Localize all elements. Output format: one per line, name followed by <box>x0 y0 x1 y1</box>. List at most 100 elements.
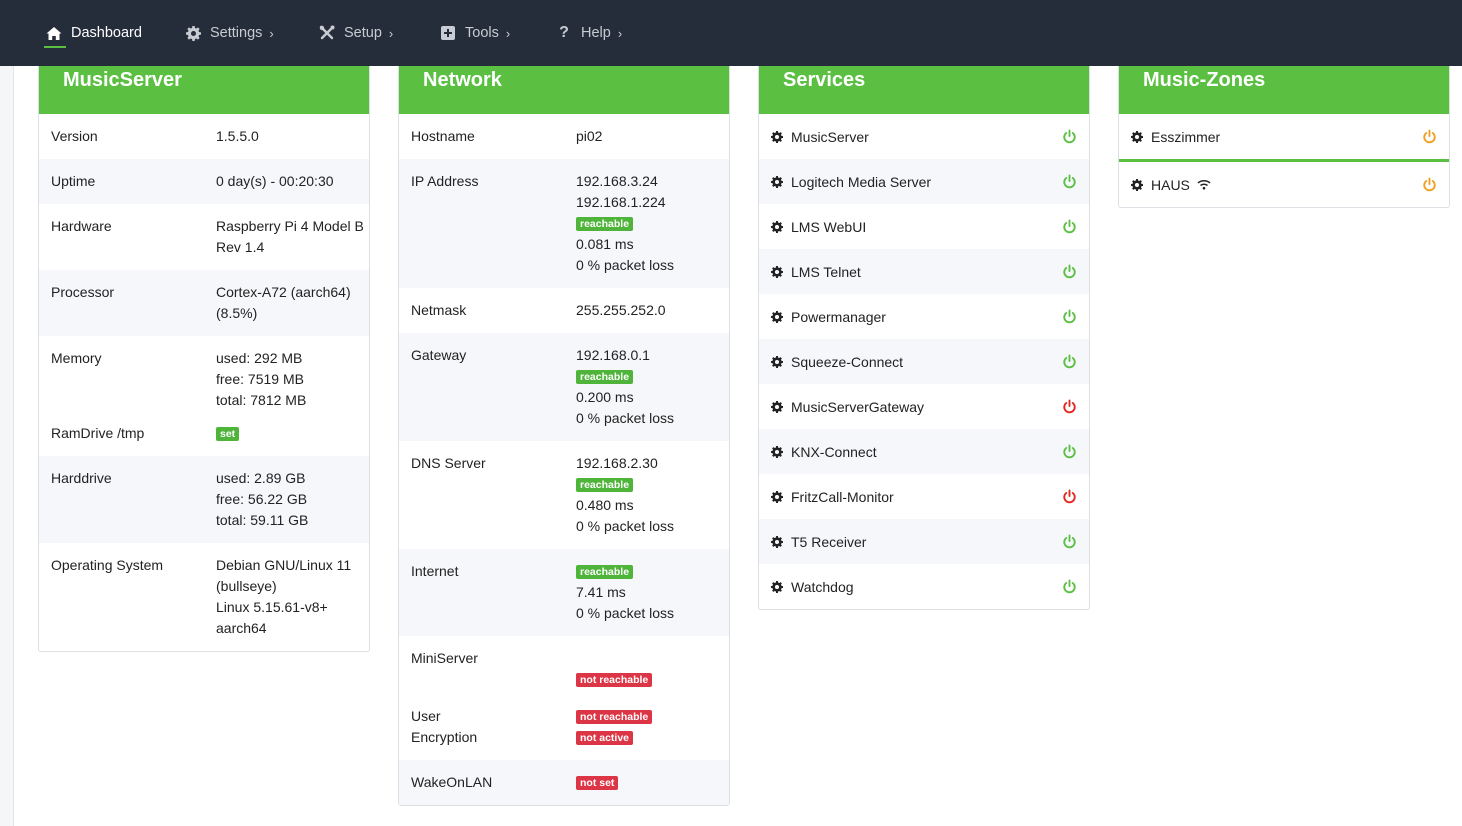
gear-icon[interactable] <box>771 310 783 323</box>
power-icon[interactable] <box>1062 354 1077 369</box>
os-name: Debian GNU/Linux 11 (bullseye) <box>216 557 352 594</box>
gear-icon[interactable] <box>771 130 783 143</box>
packet-loss: 0 % packet loss <box>576 410 675 426</box>
gear-icon[interactable] <box>771 580 783 593</box>
info-row-ip: IP Address 192.168.3.24 192.168.1.224 re… <box>399 159 729 288</box>
gear-icon[interactable] <box>771 490 783 503</box>
home-icon <box>46 25 62 41</box>
network-card: Network Hostname pi02 IP Address 192.168… <box>398 66 730 806</box>
power-icon[interactable] <box>1062 534 1077 549</box>
service-name: MusicServerGateway <box>791 398 925 415</box>
latency: 0.200 ms <box>576 389 634 405</box>
gear-icon[interactable] <box>1131 178 1143 191</box>
service-name: Powermanager <box>791 308 886 325</box>
packet-loss: 0 % packet loss <box>576 257 675 273</box>
row-value: 0 day(s) - 00:20:30 <box>216 173 334 189</box>
gear-icon[interactable] <box>1131 130 1143 143</box>
gear-icon <box>185 25 201 41</box>
zones-card: Music-Zones Esszimmer HAUS <box>1118 66 1450 208</box>
info-row-miniserver: MiniServer not reachable <box>399 636 729 702</box>
nav-settings[interactable]: Settings › <box>185 0 274 66</box>
row-label: Uptime <box>51 173 96 189</box>
info-row-memory: Memory used: 292 MB free: 7519 MB total:… <box>39 336 369 413</box>
info-row-uptime: Uptime 0 day(s) - 00:20:30 <box>39 159 369 204</box>
row-label: Internet <box>411 563 459 579</box>
gear-icon[interactable] <box>771 220 783 233</box>
gear-icon[interactable] <box>771 400 783 413</box>
power-icon[interactable] <box>1062 309 1077 324</box>
wifi-icon <box>1197 179 1211 190</box>
nav-setup[interactable]: Setup › <box>319 0 393 66</box>
memory-used: used: 292 MB <box>216 350 303 366</box>
nav-tools[interactable]: Tools › <box>440 0 510 66</box>
power-icon[interactable] <box>1062 174 1077 189</box>
gear-icon[interactable] <box>771 265 783 278</box>
info-row-processor: Processor Cortex-A72 (aarch64) (8.5%) <box>39 270 369 336</box>
ip-address: 192.168.1.224 <box>576 194 666 210</box>
row-value: Cortex-A72 (aarch64) (8.5%) <box>216 284 351 321</box>
service-row[interactable]: Squeeze-Connect <box>759 339 1089 384</box>
service-row[interactable]: T5 Receiver <box>759 519 1089 564</box>
nav-dashboard[interactable]: Dashboard <box>46 0 142 66</box>
memory-total: total: 7812 MB <box>216 392 307 408</box>
service-name: MusicServer <box>791 128 869 145</box>
power-icon[interactable] <box>1422 129 1437 144</box>
row-value: pi02 <box>576 128 603 144</box>
card-title: MusicServer <box>39 66 369 114</box>
info-row-ramdrive: RamDrive /tmp set <box>39 413 369 456</box>
row-label: Memory <box>51 350 102 366</box>
service-row[interactable]: LMS WebUI <box>759 204 1089 249</box>
power-icon[interactable] <box>1422 177 1437 192</box>
info-row-harddrive: Harddrive used: 2.89 GB free: 56.22 GB t… <box>39 456 369 543</box>
gear-icon[interactable] <box>771 175 783 188</box>
service-name: KNX-Connect <box>791 443 877 460</box>
service-row[interactable]: KNX-Connect <box>759 429 1089 474</box>
service-row[interactable]: MusicServerGateway <box>759 384 1089 429</box>
power-icon[interactable] <box>1062 444 1077 459</box>
service-row[interactable]: Logitech Media Server <box>759 159 1089 204</box>
nav-help-label: Help <box>581 25 611 41</box>
power-icon[interactable] <box>1062 264 1077 279</box>
service-name: Watchdog <box>791 578 854 595</box>
row-label: Hardware <box>51 218 112 234</box>
card-title: Services <box>759 66 1089 114</box>
service-name: Squeeze-Connect <box>791 353 904 370</box>
service-row[interactable]: Watchdog <box>759 564 1089 609</box>
tools-icon <box>319 25 335 41</box>
packet-loss: 0 % packet loss <box>576 518 675 534</box>
service-name: LMS WebUI <box>791 218 867 235</box>
gear-icon[interactable] <box>771 445 783 458</box>
power-icon[interactable] <box>1062 219 1077 234</box>
info-row-internet: Internet reachable 7.41 ms 0 % packet lo… <box>399 549 729 636</box>
power-icon[interactable] <box>1062 129 1077 144</box>
latency: 7.41 ms <box>576 584 626 600</box>
power-icon[interactable] <box>1062 399 1077 414</box>
info-row-netmask: Netmask 255.255.252.0 <box>399 288 729 333</box>
service-row[interactable]: MusicServer <box>759 114 1089 159</box>
nav-active-indicator <box>44 46 66 48</box>
zone-item[interactable]: HAUS <box>1119 162 1449 207</box>
nav-tools-label: Tools <box>465 25 499 41</box>
status-badge: reachable <box>576 370 634 385</box>
row-value: 1.5.5.0 <box>216 128 259 144</box>
zone-item[interactable]: Esszimmer <box>1119 114 1449 159</box>
service-name: T5 Receiver <box>791 533 867 550</box>
nav-help[interactable]: ? Help › <box>556 0 622 66</box>
row-label: Harddrive <box>51 470 112 486</box>
status-badge: set <box>216 427 240 442</box>
row-value: Raspberry Pi 4 Model B Rev 1.4 <box>216 218 364 255</box>
service-row[interactable]: FritzCall-Monitor <box>759 474 1089 519</box>
status-badge: not set <box>576 776 619 791</box>
service-row[interactable]: LMS Telnet <box>759 249 1089 294</box>
row-label: Gateway <box>411 347 467 363</box>
gear-icon[interactable] <box>771 535 783 548</box>
row-label: Encryption <box>411 729 478 745</box>
service-row[interactable]: Powermanager <box>759 294 1089 339</box>
power-icon[interactable] <box>1062 579 1077 594</box>
info-row-dns: DNS Server 192.168.2.30 reachable 0.480 … <box>399 441 729 549</box>
sidebar <box>0 66 14 826</box>
status-badge: reachable <box>576 565 634 580</box>
power-icon[interactable] <box>1062 489 1077 504</box>
gear-icon[interactable] <box>771 355 783 368</box>
harddrive-free: free: 56.22 GB <box>216 491 308 507</box>
